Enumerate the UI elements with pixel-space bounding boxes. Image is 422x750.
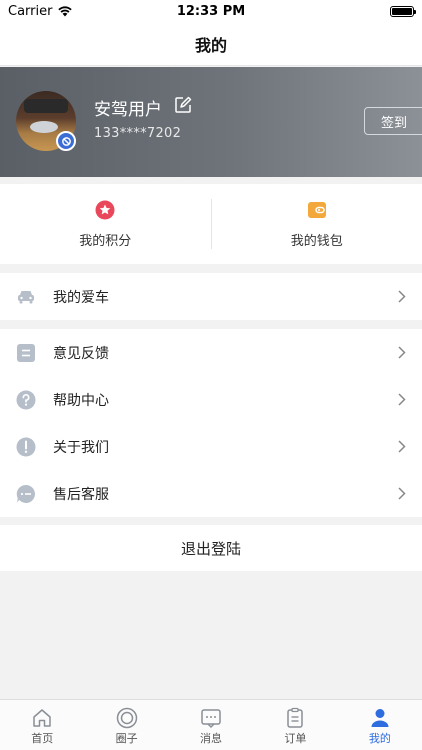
stats-row: 我的积分 我的钱包 <box>0 184 422 264</box>
menu-item-feedback[interactable]: 意见反馈 <box>0 329 422 376</box>
chevron-right-icon <box>398 393 406 406</box>
tab-label-orders: 订单 <box>284 732 307 745</box>
user-name: 安驾用户 <box>94 100 162 120</box>
menu-label-help: 帮助中心 <box>53 392 109 409</box>
feedback-icon <box>17 343 35 362</box>
battery-icon <box>390 5 416 17</box>
user-phone: 133****7202 <box>94 126 182 141</box>
menu-label-my-car: 我的爱车 <box>53 289 109 306</box>
help-icon <box>16 390 36 409</box>
chevron-right-icon <box>398 440 406 453</box>
tab-label-home: 首页 <box>31 732 54 745</box>
logout-button[interactable]: 退出登陆 <box>0 525 422 571</box>
nav-bar: 我的 <box>0 22 422 66</box>
profile-icon <box>371 709 389 727</box>
car-icon <box>18 290 34 303</box>
tab-label-messages: 消息 <box>200 732 223 745</box>
verified-badge-icon <box>56 131 76 151</box>
chevron-right-icon <box>398 346 406 359</box>
tab-circle[interactable]: 圈子 <box>84 700 168 750</box>
profile-header[interactable]: 安驾用户 133****7202 签到 <box>0 67 422 177</box>
star-badge-icon <box>95 200 115 219</box>
status-left: Carrier <box>8 4 73 19</box>
tab-orders[interactable]: 订单 <box>253 700 337 750</box>
wifi-icon <box>58 6 73 17</box>
status-bar: Carrier 12:33 PM <box>0 0 422 22</box>
chat-icon <box>16 484 35 503</box>
wallet-icon <box>307 201 326 218</box>
points-item[interactable]: 我的积分 <box>0 184 211 264</box>
menu-label-support: 售后客服 <box>53 486 109 503</box>
wallet-item[interactable]: 我的钱包 <box>212 184 422 264</box>
menu-label-about: 关于我们 <box>53 439 109 456</box>
tab-bar: 首页 圈子 消息 订单 我的 <box>0 699 422 750</box>
menu-item-help[interactable]: 帮助中心 <box>0 376 422 423</box>
menu-item-my-car[interactable]: 我的爱车 <box>0 273 422 320</box>
main-menu-group: 意见反馈 帮助中心 关于我们 售后客服 <box>0 329 422 517</box>
tab-label-circle: 圈子 <box>115 732 138 745</box>
order-icon <box>287 707 304 728</box>
info-icon <box>16 437 36 456</box>
home-icon <box>33 709 51 727</box>
wallet-label: 我的钱包 <box>290 233 343 249</box>
edit-icon[interactable] <box>174 96 192 114</box>
menu-item-about[interactable]: 关于我们 <box>0 423 422 470</box>
carrier-label: Carrier <box>8 3 53 19</box>
menu-item-support[interactable]: 售后客服 <box>0 470 422 517</box>
circle-icon <box>116 707 137 729</box>
menu-label-feedback: 意见反馈 <box>53 345 109 362</box>
tab-messages[interactable]: 消息 <box>169 700 253 750</box>
car-menu-group: 我的爱车 <box>0 273 422 320</box>
chevron-right-icon <box>398 290 406 303</box>
tab-home[interactable]: 首页 <box>0 700 84 750</box>
points-label: 我的积分 <box>79 233 132 249</box>
signin-button[interactable]: 签到 <box>364 107 422 135</box>
message-icon <box>201 709 221 729</box>
page-title: 我的 <box>194 35 227 55</box>
tab-label-profile: 我的 <box>368 732 391 745</box>
tab-profile[interactable]: 我的 <box>338 700 422 750</box>
chevron-right-icon <box>398 487 406 500</box>
